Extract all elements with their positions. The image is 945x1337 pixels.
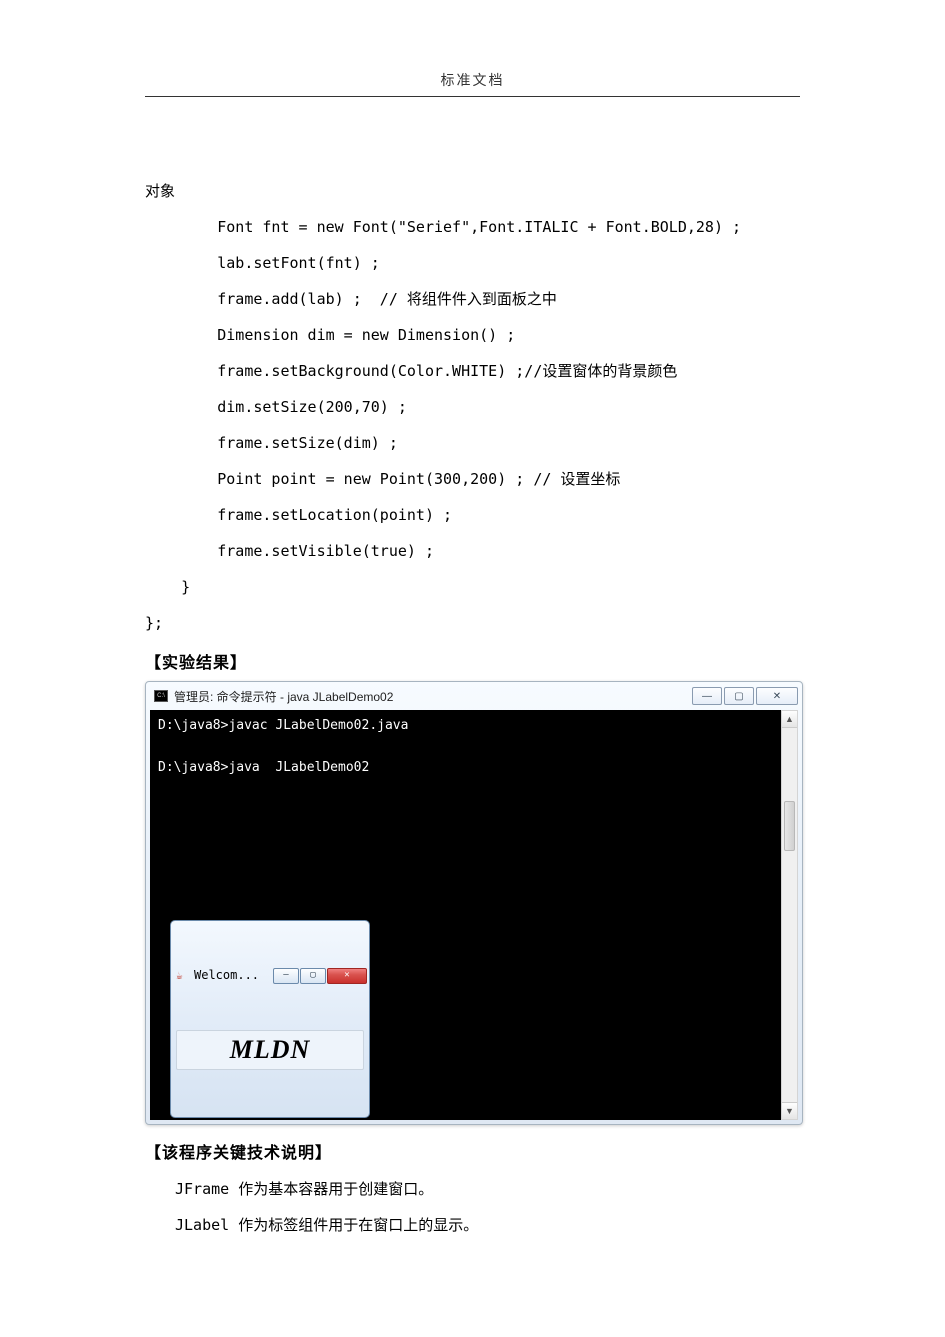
- swing-window: Welcom... — ▢ ✕ MLDN: [170, 920, 370, 1118]
- swing-label: MLDN: [230, 1029, 311, 1071]
- scroll-down-button[interactable]: ▼: [782, 1102, 797, 1119]
- explain-heading: 【该程序关键技术说明】: [145, 1139, 800, 1163]
- swing-minimize-button[interactable]: —: [273, 968, 299, 984]
- close-button[interactable]: ✕: [756, 687, 798, 705]
- explain-line: JFrame 作为基本容器用于创建窗口。: [145, 1171, 800, 1207]
- code-block: 对象 Font fnt = new Font("Serief",Font.ITA…: [145, 137, 800, 641]
- cmd-scrollbar[interactable]: ▲ ▼: [781, 710, 798, 1120]
- code-line: frame.setSize(dim) ;: [145, 434, 398, 452]
- code-line: frame.setBackground(Color.WHITE) ;//设置窗体…: [145, 362, 677, 380]
- cmd-titlebar[interactable]: 管理员: 命令提示符 - java JLabelDemo02 — ▢ ✕: [146, 682, 802, 710]
- java-icon: [176, 969, 190, 983]
- page-header: 标准文档: [145, 70, 800, 97]
- code-line: frame.add(lab) ; // 将组件件入到面板之中: [145, 290, 557, 308]
- scroll-up-button[interactable]: ▲: [782, 711, 797, 728]
- minimize-button[interactable]: —: [692, 687, 722, 705]
- code-line: Point point = new Point(300,200) ; // 设置…: [145, 470, 620, 488]
- result-heading: 【实验结果】: [145, 649, 800, 673]
- code-line: dim.setSize(200,70) ;: [145, 398, 407, 416]
- scroll-thumb[interactable]: [784, 801, 795, 851]
- swing-content-panel: MLDN: [176, 1030, 364, 1070]
- explain-body: JFrame 作为基本容器用于创建窗口。 JLabel 作为标签组件用于在窗口上…: [145, 1171, 800, 1243]
- swing-titlebar[interactable]: Welcom... — ▢ ✕: [171, 963, 369, 989]
- cmd-line: D:\java8>javac JLabelDemo02.java: [158, 718, 408, 733]
- code-line: };: [145, 614, 163, 632]
- code-line: frame.setVisible(true) ;: [145, 542, 434, 560]
- swing-maximize-button[interactable]: ▢: [300, 968, 326, 984]
- cmd-title: 管理员: 命令提示符 - java JLabelDemo02: [174, 688, 690, 705]
- swing-close-button[interactable]: ✕: [327, 968, 367, 984]
- explain-line: JLabel 作为标签组件用于在窗口上的显示。: [145, 1207, 800, 1243]
- code-line: Dimension dim = new Dimension() ;: [145, 326, 515, 344]
- cmd-line: D:\java8>java JLabelDemo02: [158, 760, 369, 775]
- code-line: frame.setLocation(point) ;: [145, 506, 452, 524]
- command-prompt-window: 管理员: 命令提示符 - java JLabelDemo02 — ▢ ✕ D:\…: [145, 681, 803, 1125]
- code-line: lab.setFont(fnt) ;: [145, 254, 380, 272]
- code-line: 对象: [145, 182, 175, 200]
- code-line: }: [145, 578, 190, 596]
- cmd-output[interactable]: D:\java8>javac JLabelDemo02.java D:\java…: [150, 710, 798, 1120]
- swing-title: Welcom...: [194, 966, 272, 985]
- code-line: Font fnt = new Font("Serief",Font.ITALIC…: [145, 218, 741, 236]
- maximize-button[interactable]: ▢: [724, 687, 754, 705]
- cmd-icon: [154, 690, 168, 702]
